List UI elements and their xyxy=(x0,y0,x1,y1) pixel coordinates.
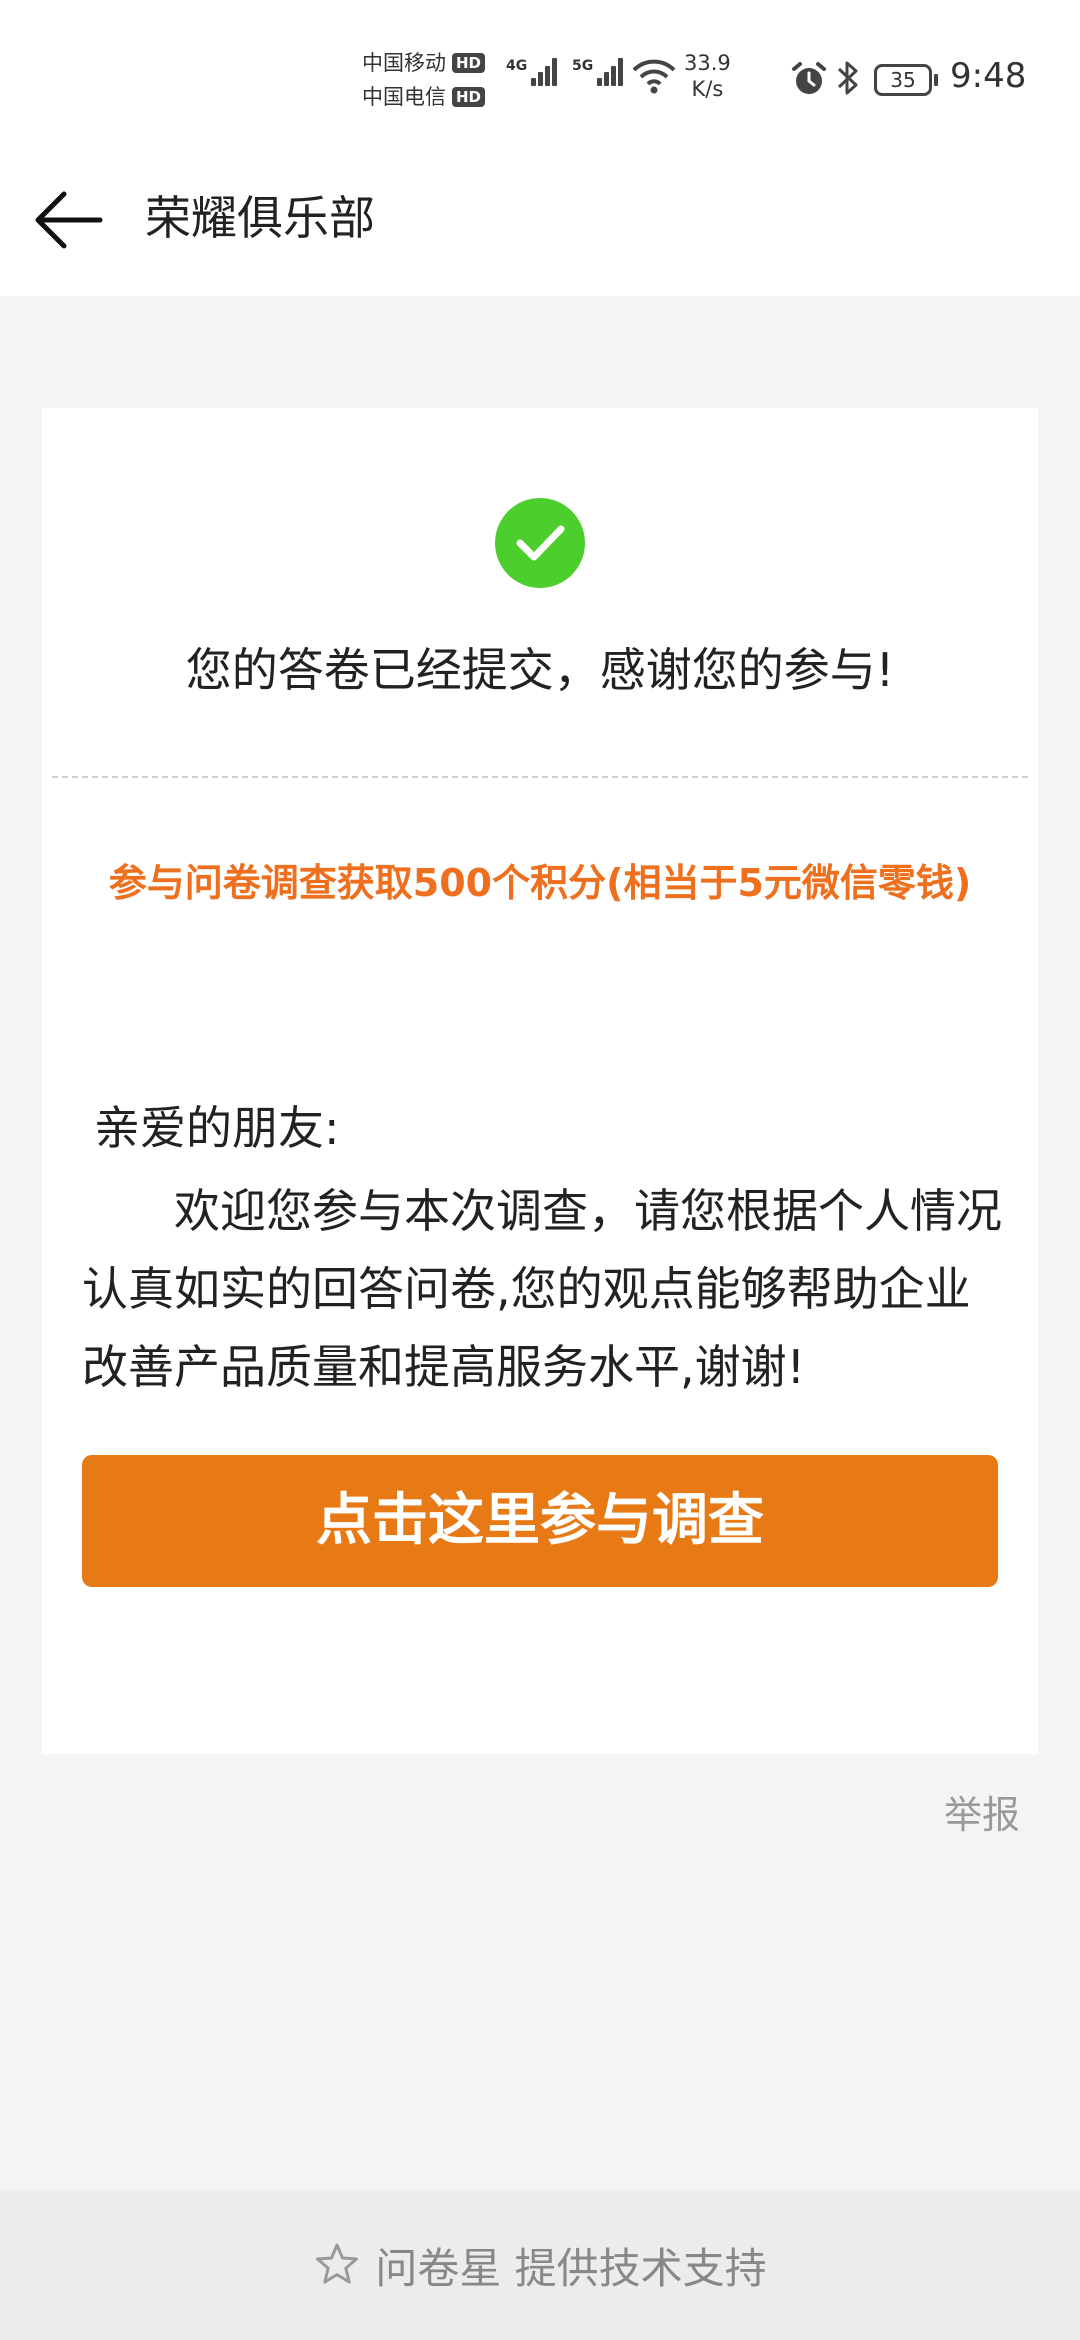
status-time: 9:48 xyxy=(950,56,1027,96)
carrier-2-label: 中国电信 xyxy=(362,85,446,109)
hd-badge: HD xyxy=(452,87,486,107)
network-type-5g: 5G xyxy=(572,58,594,74)
join-survey-button[interactable]: 点击这里参与调查 xyxy=(82,1455,998,1587)
carrier-1-label: 中国移动 xyxy=(362,51,446,75)
result-card: 您的答卷已经提交，感谢您的参与! 参与问卷调查获取500个积分(相当于5元微信零… xyxy=(42,408,1038,1754)
divider xyxy=(52,776,1028,778)
battery-icon: 35 xyxy=(874,64,938,96)
alarm-icon xyxy=(790,60,828,102)
signal-5g-icon: 5G xyxy=(572,58,624,86)
network-speed: 33.9 K/s xyxy=(684,50,731,102)
battery-level: 35 xyxy=(890,68,916,92)
network-speed-value: 33.9 xyxy=(684,51,731,75)
intro-text: 欢迎您参与本次调查，请您根据个人情况认真如实的回答问卷,您的观点能够帮助企业改善… xyxy=(82,1184,1002,1394)
signal-4g-icon: 4G xyxy=(506,58,558,86)
network-type-4g: 4G xyxy=(506,58,528,74)
arrow-left-icon xyxy=(35,191,103,249)
hd-badge: HD xyxy=(452,53,486,73)
success-message: 您的答卷已经提交，感谢您的参与! xyxy=(185,643,895,697)
greeting-text: 亲爱的朋友: xyxy=(94,1101,340,1155)
star-outline-icon xyxy=(316,2243,359,2284)
carrier-info: 中国移动 HD 中国电信 HD xyxy=(362,46,486,114)
bluetooth-icon xyxy=(836,58,860,102)
reward-text: 参与问卷调查获取500个积分(相当于5元微信零钱) xyxy=(108,861,972,905)
back-button[interactable] xyxy=(30,180,110,260)
footer-text: 问卷星 提供技术支持 xyxy=(375,2243,767,2293)
powered-by-footer[interactable]: 问卷星 提供技术支持 xyxy=(0,2190,1080,2340)
report-link[interactable]: 举报 xyxy=(944,1784,1020,1839)
check-circle-icon xyxy=(495,498,585,588)
page-title: 荣耀俱乐部 xyxy=(145,191,375,245)
network-speed-unit: K/s xyxy=(691,77,724,101)
app-header: 荣耀俱乐部 xyxy=(0,150,1080,296)
status-bar: 中国移动 HD 中国电信 HD 4G 5G 33.9 K/s 35 9:48 xyxy=(0,0,1080,150)
wifi-icon xyxy=(632,58,676,98)
